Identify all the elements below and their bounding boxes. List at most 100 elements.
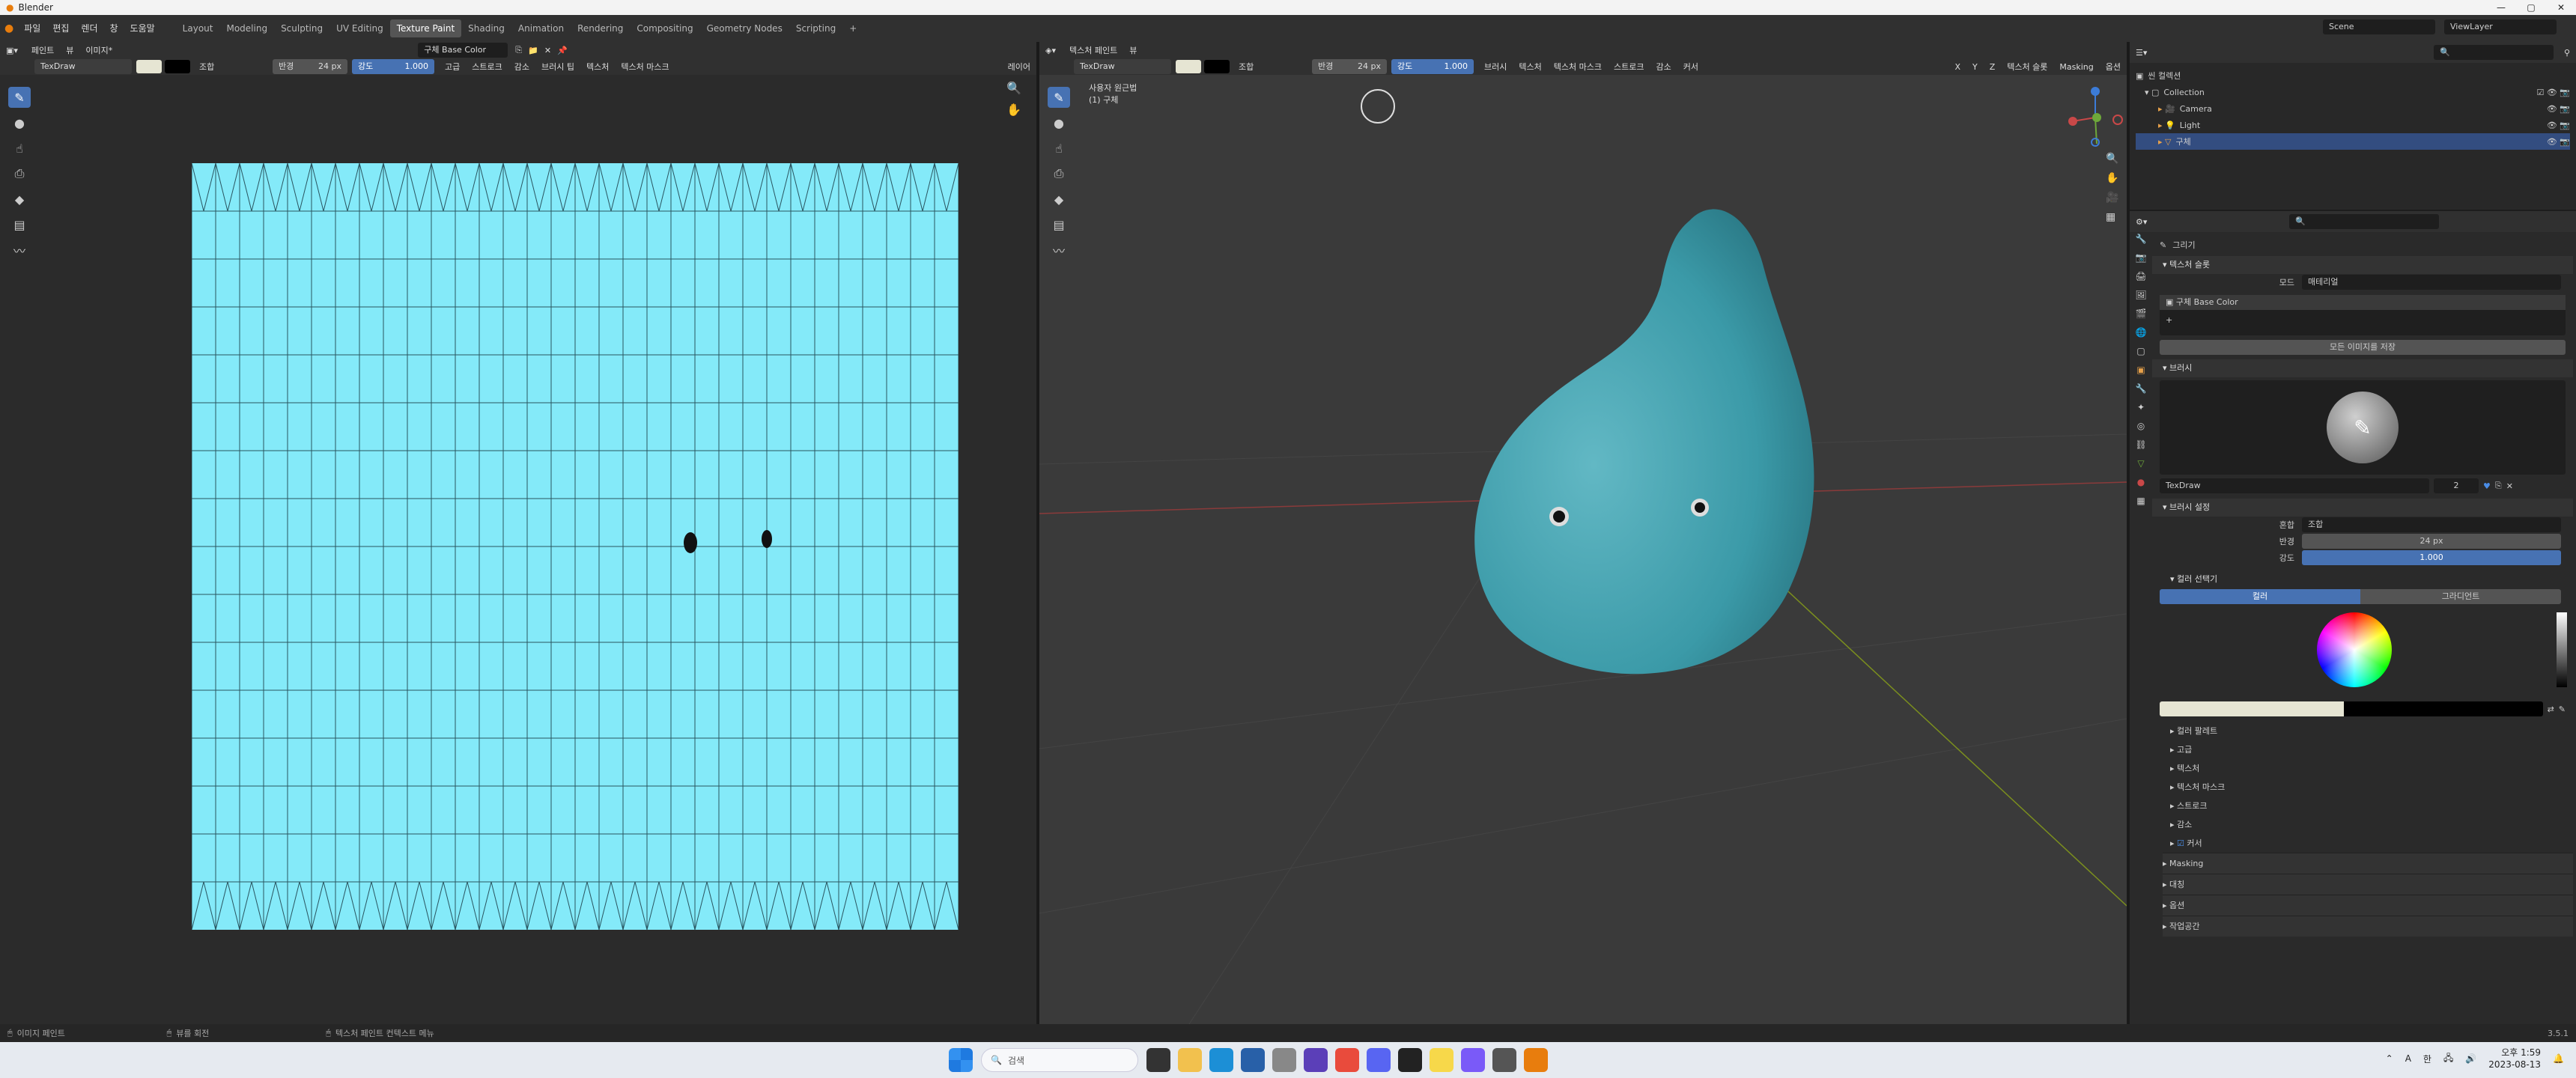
task-view-icon[interactable]	[1146, 1048, 1170, 1072]
axis-y-toggle[interactable]: Y	[1972, 62, 1978, 72]
data-tab-icon[interactable]: ▽	[2137, 458, 2144, 469]
soften-tool-icon[interactable]: ●	[8, 112, 31, 133]
menu-help[interactable]: 도움말	[124, 19, 161, 37]
secondary-color-swatch[interactable]	[165, 60, 190, 73]
annotate-tool-icon[interactable]: 〰	[8, 240, 31, 261]
outliner-search-input[interactable]: 🔍	[2433, 45, 2554, 60]
viewport-draw-tool-icon[interactable]: ✎	[1048, 87, 1070, 108]
properties-search-input[interactable]: 🔍	[2289, 214, 2440, 229]
tab-geometry-nodes[interactable]: Geometry Nodes	[700, 19, 789, 37]
world-tab-icon[interactable]: 🌐	[2136, 327, 2147, 338]
viewport-editor-type-icon[interactable]: ◈▾	[1045, 46, 1056, 55]
add-workspace-button[interactable]: +	[842, 19, 863, 37]
light-visibility-icon[interactable]: 👁 📷	[2547, 121, 2570, 130]
cursor-checkbox-icon[interactable]: ☑	[2177, 838, 2184, 848]
outliner-filter-icon[interactable]: ⚲	[2564, 48, 2570, 58]
viewport-mask-tool-icon[interactable]: ▤	[1048, 214, 1070, 235]
viewport-dd-falloff[interactable]: 감소	[1656, 61, 1671, 73]
panel-workspace[interactable]: ▸ 작업공간	[2163, 916, 2573, 937]
texture-tab-icon[interactable]: ▦	[2136, 496, 2145, 506]
properties-editor-icon[interactable]: ⚙▾	[2136, 217, 2147, 227]
outliner-item-sphere[interactable]: ▸ ▽ 구체 👁 📷	[2136, 133, 2570, 150]
image-radius-field[interactable]: 반경 24 px	[273, 59, 347, 74]
viewport-blend-dropdown[interactable]: 조합	[1239, 61, 1306, 73]
texture-slot-item[interactable]: ▣ 구체 Base Color	[2160, 295, 2566, 310]
menu-edit[interactable]: 편집	[46, 19, 75, 37]
outliner-item-light[interactable]: ▸ 💡 Light 👁 📷	[2136, 117, 2570, 133]
brush-name-field[interactable]: TexDraw	[2160, 478, 2429, 493]
open-image-icon[interactable]: 📁	[528, 46, 538, 55]
viewport-dd-texture[interactable]: 텍스처	[1519, 61, 1541, 73]
chrome-icon[interactable]	[1335, 1048, 1359, 1072]
image-dd-stroke[interactable]: 스트로크	[472, 61, 502, 73]
viewport-dd-texture-mask[interactable]: 텍스처 마스크	[1554, 61, 1602, 73]
outliner-editor-icon[interactable]: ☰▾	[2136, 48, 2147, 58]
image-brush-selector[interactable]: TexDraw	[34, 59, 132, 74]
image-dd-advanced[interactable]: 고급	[445, 61, 460, 73]
editor-type-icon[interactable]: ▣▾	[6, 46, 18, 55]
subpanel-cursor[interactable]: ▸ ☑ 커서	[2170, 834, 2573, 853]
3d-viewport[interactable]: ◈▾ 텍스처 페인트 뷰 TexDraw 조합 반경 24 px 강도 1.000 …	[1039, 42, 2127, 1024]
tab-scripting[interactable]: Scripting	[789, 19, 842, 37]
close-icon[interactable]: ✕	[2546, 0, 2576, 15]
add-slot-button[interactable]: +	[2160, 310, 2566, 331]
viewport-dd-masking[interactable]: Masking	[2059, 62, 2093, 72]
discord-icon[interactable]	[1367, 1048, 1391, 1072]
camera-visibility-icon[interactable]: 👁 📷	[2547, 104, 2570, 114]
viewport-annotate-tool-icon[interactable]: 〰	[1048, 240, 1070, 261]
viewport-mode-dropdown[interactable]: 텍스처 페인트	[1069, 44, 1117, 56]
store-icon[interactable]	[1241, 1048, 1265, 1072]
image-dd-texture[interactable]: 텍스처	[586, 61, 609, 73]
outliner-item-camera[interactable]: ▸ 🎥 Camera 👁 📷	[2136, 100, 2570, 117]
viewport-strength-field[interactable]: 강도 1.000	[1391, 59, 1474, 74]
color-tab[interactable]: 컬러	[2160, 589, 2360, 604]
axis-z-toggle[interactable]: Z	[1990, 62, 1996, 72]
panel-masking[interactable]: ▸ Masking	[2163, 853, 2573, 874]
tray-volume-icon[interactable]: 🔊	[2465, 1053, 2476, 1064]
gradient-tab[interactable]: 그라디언트	[2360, 589, 2561, 604]
mode-dropdown[interactable]: 매테리얼	[2302, 275, 2561, 290]
object-tab-icon[interactable]: ▣	[2136, 365, 2145, 375]
minimize-icon[interactable]: —	[2486, 0, 2516, 15]
tray-network-icon[interactable]: 🖧	[2443, 1051, 2453, 1067]
outliner[interactable]: ☰▾ 🔍 ⚲ ▣ 씬 컬렉션 ▾ ▢ Collection ☑ 👁 📷 ▸ 🎥 Came…	[2130, 42, 2576, 210]
strength-slider[interactable]: 1.000	[2302, 550, 2561, 565]
unlink-image-icon[interactable]: ✕	[544, 46, 551, 55]
color-wheel[interactable]	[2317, 612, 2392, 687]
taskbar-search-input[interactable]: 🔍 검색	[981, 1048, 1138, 1072]
edge-icon[interactable]	[1209, 1048, 1233, 1072]
viewport-primary-swatch[interactable]	[1176, 60, 1201, 73]
view-layer-tab-icon[interactable]: 🖼	[2135, 290, 2146, 300]
output-tab-icon[interactable]: 🖨	[2135, 271, 2146, 281]
viewport-menu-view[interactable]: 뷰	[1129, 44, 1137, 56]
scene-tab-icon[interactable]: 🎬	[2136, 308, 2147, 319]
brush-settings-panel-header[interactable]: ▾ 브러시 설정	[2152, 499, 2573, 517]
fill-tool-icon[interactable]: ◆	[8, 189, 31, 210]
texture-slots-panel-header[interactable]: ▾ 텍스처 슬롯	[2152, 256, 2573, 274]
viewport-radius-field[interactable]: 반경 24 px	[1312, 59, 1387, 74]
viewport-dd-options[interactable]: 옵션	[2106, 61, 2121, 73]
brush-preview[interactable]: ✎	[2160, 380, 2566, 475]
properties-editor[interactable]: ⚙▾ 🔍 🔧 📷 🖨 🖼 🎬 🌐 ▢ ▣ 🔧 ✦ ◎ ⛓ ▽ ● ▦ ✎ 그리기 …	[2130, 211, 2576, 1024]
menu-window[interactable]: 창	[104, 19, 124, 37]
modifier-tab-icon[interactable]: 🔧	[2136, 383, 2147, 394]
zoom-icon[interactable]: 🔍	[1006, 81, 1021, 95]
collection-visibility-icon[interactable]: ☑ 👁 📷	[2536, 88, 2570, 97]
viewport-dd-brush[interactable]: 브러시	[1484, 61, 1507, 73]
image-mode-dropdown[interactable]: 페인트	[31, 44, 54, 56]
tab-compositing[interactable]: Compositing	[630, 19, 699, 37]
constraints-tab-icon[interactable]: ⛓	[2135, 439, 2146, 450]
tab-layout[interactable]: Layout	[176, 19, 220, 37]
maximize-icon[interactable]: ▢	[2516, 0, 2546, 15]
viewport-clone-tool-icon[interactable]: ⎙	[1048, 163, 1070, 184]
notification-icon[interactable]: 🔔	[2553, 1053, 2564, 1064]
subpanel-texture[interactable]: ▸ 텍스처	[2170, 759, 2573, 778]
file-explorer-icon[interactable]	[1178, 1048, 1202, 1072]
subpanel-stroke[interactable]: ▸ 스트로크	[2170, 797, 2573, 815]
tab-modeling[interactable]: Modeling	[219, 19, 274, 37]
image-dd-layer[interactable]: 레이어	[1008, 61, 1030, 73]
save-all-images-button[interactable]: 모든 이미지를 저장	[2160, 340, 2566, 355]
subpanel-advanced[interactable]: ▸ 고급	[2170, 740, 2573, 759]
image-strength-field[interactable]: 강도 1.000	[352, 59, 434, 74]
outliner-scene-collection[interactable]: ▣ 씬 컬렉션	[2136, 67, 2570, 84]
